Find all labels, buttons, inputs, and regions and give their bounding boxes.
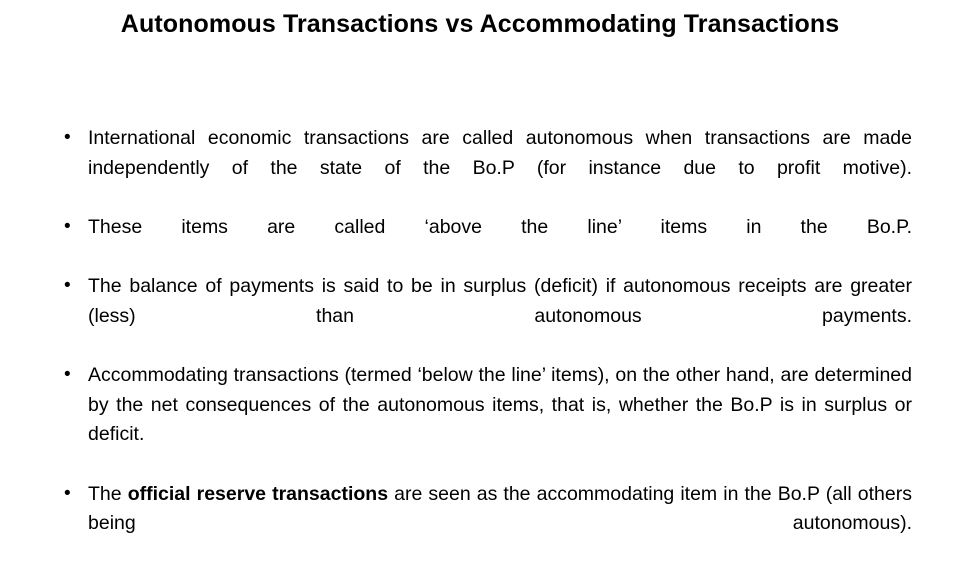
bullet-text-3: The balance of payments is said to be in… — [88, 272, 912, 361]
list-item: The balance of payments is said to be in… — [46, 272, 912, 361]
bullet-text-5-lead: The — [88, 483, 128, 505]
bullet-text-4: Accommodating transactions (termed ‘belo… — [88, 361, 912, 480]
bullet-text-1: International economic transactions are … — [88, 124, 912, 213]
slide: Autonomous Transactions vs Accommodating… — [0, 0, 960, 540]
bullet-list: International economic transactions are … — [46, 124, 912, 568]
list-item: These items are called ‘above the line’ … — [46, 213, 912, 272]
page-title: Autonomous Transactions vs Accommodating… — [60, 8, 900, 41]
slide-body: International economic transactions are … — [46, 124, 912, 568]
list-item: Accommodating transactions (termed ‘belo… — [46, 361, 912, 480]
list-item: The official reserve transactions are se… — [46, 480, 912, 568]
bullet-text-5: The official reserve transactions are se… — [88, 480, 912, 568]
bullet-text-5-emphasis: official reserve transactions — [128, 483, 388, 505]
list-item: International economic transactions are … — [46, 124, 912, 213]
bullet-text-2: These items are called ‘above the line’ … — [88, 213, 912, 272]
